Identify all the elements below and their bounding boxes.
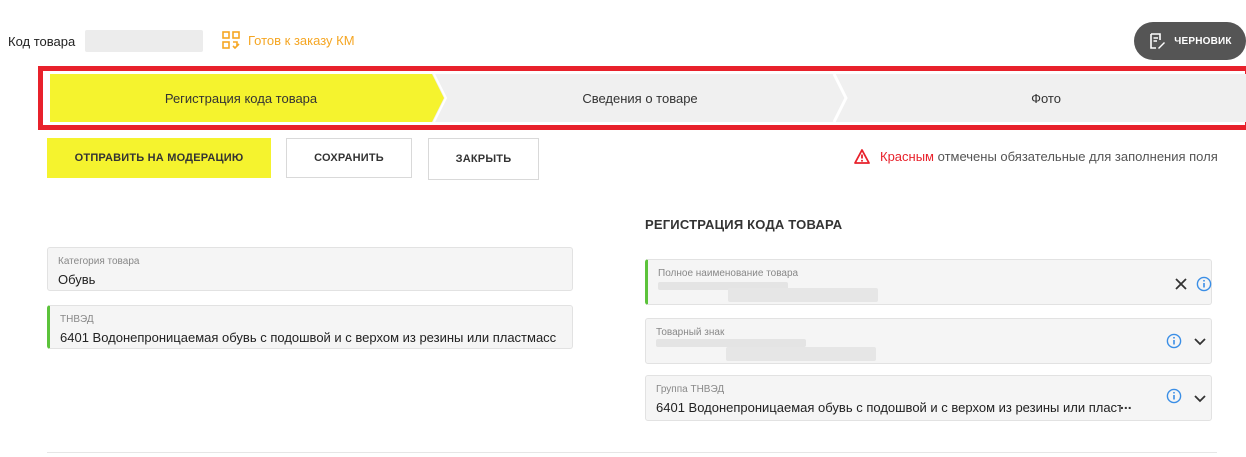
stepper: Регистрация кода товара Сведения о товар… <box>50 74 1246 122</box>
tnved-group-field-label: Группа ТНВЭД <box>656 384 725 395</box>
full-name-value-redacted-2 <box>728 288 878 302</box>
step-photo-label: Фото <box>1031 90 1061 106</box>
brand-field-label: Товарный знак <box>656 327 725 338</box>
step-product-info-label: Сведения о товаре <box>582 90 698 106</box>
required-note-text: отмечены обязательные для заполнения пол… <box>937 149 1218 164</box>
submit-moderation-button[interactable]: ОТПРАВИТЬ НА МОДЕРАЦИЮ <box>47 138 271 178</box>
close-button[interactable]: ЗАКРЫТЬ <box>428 138 539 180</box>
category-field-label: Категория товара <box>58 256 140 267</box>
tnved-group-field[interactable]: Группа ТНВЭД 6401 Водонепроницаемая обув… <box>645 375 1212 421</box>
truncation-ellipsis: ... <box>1120 396 1132 412</box>
required-fields-note: Красным отмечены обязательные для заполн… <box>854 149 1218 164</box>
brand-field[interactable]: Товарный знак <box>645 318 1212 364</box>
page-header: Код товара Готов к заказу КМ ЧЕРНОВИК <box>8 0 1246 70</box>
clear-icon[interactable] <box>1174 277 1188 291</box>
product-code-label: Код товара <box>8 34 76 49</box>
km-status: Готов к заказу КМ <box>222 31 355 49</box>
draft-status-button[interactable]: ЧЕРНОВИК <box>1134 22 1246 60</box>
info-icon[interactable] <box>1196 276 1212 292</box>
step-product-info[interactable]: Сведения о товаре <box>446 74 834 122</box>
brand-value-redacted <box>656 339 806 347</box>
warning-icon <box>854 149 870 164</box>
category-field-value: Обувь <box>58 272 96 287</box>
km-status-text: Готов к заказу КМ <box>248 32 355 48</box>
info-icon[interactable] <box>1166 333 1182 349</box>
step-registration[interactable]: Регистрация кода товара <box>50 74 432 122</box>
chevron-down-icon[interactable] <box>1194 338 1206 346</box>
chevron-down-icon[interactable] <box>1194 395 1206 403</box>
draft-label: ЧЕРНОВИК <box>1174 35 1232 47</box>
tnved-field-label: ТНВЭД <box>60 314 94 325</box>
step-photo[interactable]: Фото <box>846 74 1246 122</box>
save-button[interactable]: СОХРАНИТЬ <box>286 138 412 178</box>
product-code-value-redacted <box>85 30 203 52</box>
tnved-group-field-value: 6401 Водонепроницаемая обувь с подошвой … <box>656 400 1121 415</box>
info-icon[interactable] <box>1166 388 1182 404</box>
brand-value-redacted-2 <box>726 347 876 361</box>
required-note-red-word: Красным <box>880 149 934 164</box>
section-title-registration: РЕГИСТРАЦИЯ КОДА ТОВАРА <box>645 217 843 232</box>
document-edit-icon <box>1150 33 1166 49</box>
divider <box>47 452 1217 453</box>
step-registration-label: Регистрация кода товара <box>164 90 318 106</box>
tnved-field[interactable]: ТНВЭД 6401 Водонепроницаемая обувь с под… <box>47 305 573 349</box>
full-name-field-label: Полное наименование товара <box>658 268 799 279</box>
product-card-page: Код товара Готов к заказу КМ ЧЕРНОВИК Ре… <box>8 0 1246 457</box>
full-name-field[interactable]: Полное наименование товара <box>645 259 1212 305</box>
category-field[interactable]: Категория товара Обувь <box>47 247 573 291</box>
qr-code-icon <box>222 31 240 49</box>
tnved-field-value: 6401 Водонепроницаемая обувь с подошвой … <box>60 330 557 345</box>
